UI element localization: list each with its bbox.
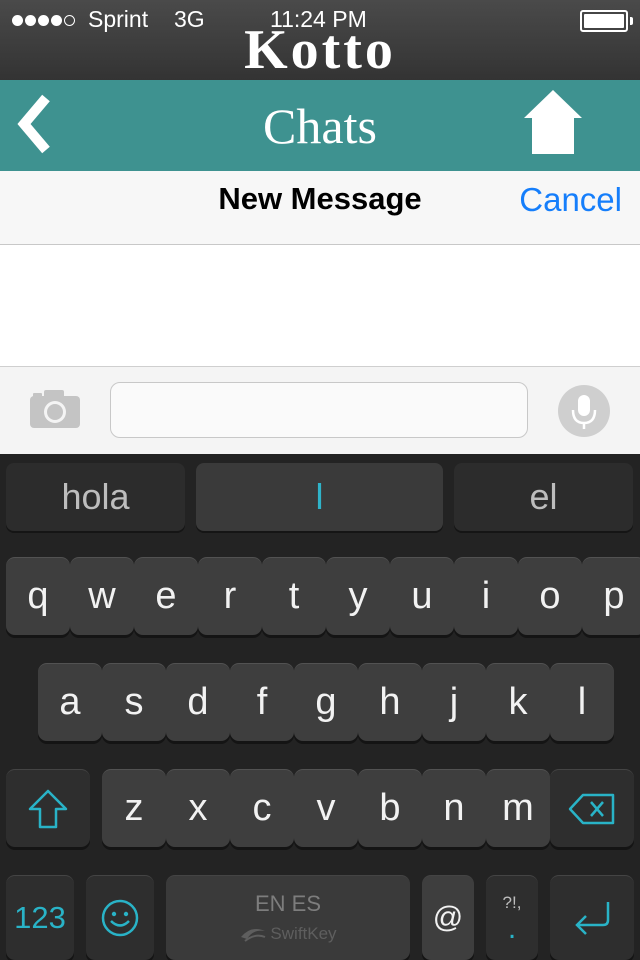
swiftkey-label: SwiftKey	[270, 924, 337, 943]
key-a[interactable]: a	[38, 663, 102, 741]
key-n[interactable]: n	[422, 769, 486, 847]
microphone-icon	[558, 385, 610, 437]
app-logo: Kotto	[244, 19, 396, 81]
return-key[interactable]	[550, 875, 634, 960]
message-input[interactable]	[110, 382, 528, 438]
key-w[interactable]: w	[70, 557, 134, 635]
microphone-button[interactable]	[558, 385, 610, 437]
period-label: .	[507, 912, 517, 945]
home-button[interactable]	[522, 88, 584, 156]
key-q[interactable]: q	[6, 557, 70, 635]
key-g[interactable]: g	[294, 663, 358, 741]
key-d[interactable]: d	[166, 663, 230, 741]
swiftkey-brand: SwiftKey	[239, 923, 337, 945]
swiftkey-logo-icon	[241, 929, 266, 942]
key-h[interactable]: h	[358, 663, 422, 741]
key-z[interactable]: z	[102, 769, 166, 847]
smiley-icon	[101, 899, 139, 937]
key-t[interactable]: t	[262, 557, 326, 635]
key-f[interactable]: f	[230, 663, 294, 741]
key-v[interactable]: v	[294, 769, 358, 847]
suggestion-left[interactable]: hola	[6, 463, 185, 531]
camera-button[interactable]	[28, 388, 82, 430]
key-k[interactable]: k	[486, 663, 550, 741]
key-e[interactable]: e	[134, 557, 198, 635]
key-o[interactable]: o	[518, 557, 582, 635]
suggestion-center[interactable]: l	[196, 463, 443, 531]
punctuation-top-label: ?!,	[502, 893, 522, 912]
return-icon	[575, 902, 610, 935]
home-icon	[524, 90, 582, 154]
numbers-key[interactable]: 123	[6, 875, 74, 960]
key-r[interactable]: r	[198, 557, 262, 635]
at-key[interactable]: @	[422, 875, 474, 960]
key-i[interactable]: i	[454, 557, 518, 635]
key-u[interactable]: u	[390, 557, 454, 635]
key-j[interactable]: j	[422, 663, 486, 741]
language-label: EN ES	[254, 891, 322, 916]
backspace-key[interactable]	[550, 769, 634, 847]
camera-icon	[30, 390, 80, 428]
key-s[interactable]: s	[102, 663, 166, 741]
suggestion-right[interactable]: el	[454, 463, 633, 531]
message-thread-area	[0, 245, 640, 367]
key-p[interactable]: p	[582, 557, 640, 635]
key-y[interactable]: y	[326, 557, 390, 635]
emoji-key[interactable]	[86, 875, 154, 960]
cancel-button[interactable]: Cancel	[519, 181, 622, 219]
key-b[interactable]: b	[358, 769, 422, 847]
shift-arrow-icon	[28, 789, 68, 828]
key-x[interactable]: x	[166, 769, 230, 847]
punctuation-key[interactable]: ?!, .	[486, 875, 538, 960]
key-c[interactable]: c	[230, 769, 294, 847]
key-l[interactable]: l	[550, 663, 614, 741]
key-m[interactable]: m	[486, 769, 550, 847]
space-key[interactable]: EN ES SwiftKey	[166, 875, 410, 960]
backspace-icon	[568, 793, 615, 824]
shift-key[interactable]	[6, 769, 90, 847]
